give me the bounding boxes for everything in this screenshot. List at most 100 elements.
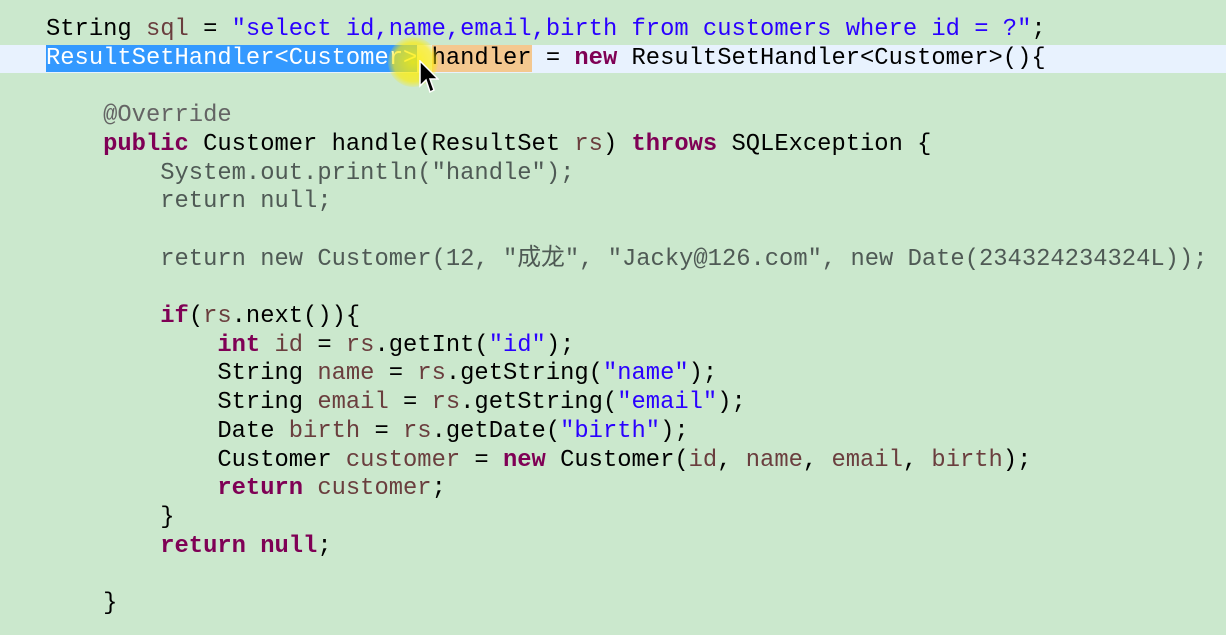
code-line[interactable]: int id = rs.getInt("id"); [0,332,1226,360]
code-token: id [688,446,718,474]
code-token: String [46,16,146,43]
code-line[interactable]: Customer customer = new Customer(id, nam… [0,447,1226,475]
code-token: "name" [602,360,689,388]
code-token: .getInt( [374,331,489,359]
code-token: new [502,446,546,474]
code-token: ) [602,130,632,158]
code-token: String [46,360,318,388]
code-token: = [388,389,432,417]
code-token: ); [717,389,746,417]
code-token: "id" [488,331,546,359]
code-line[interactable]: if(rs.next()){ [0,303,1226,331]
code-line[interactable] [0,561,1226,589]
code-token: customer [345,446,461,474]
code-token: int [217,331,261,359]
code-line[interactable]: String sql = "select id,name,email,birth… [0,16,1226,44]
code-token: Customer handle(ResultSet [188,130,575,158]
code-token: Date [46,417,289,445]
code-line[interactable] [0,73,1226,101]
code-token: , [902,446,932,474]
code-token: rs [203,303,232,330]
code-line[interactable]: public Customer handle(ResultSet rs) thr… [0,131,1226,159]
code-token: "birth" [560,417,661,445]
code-token: = [360,417,404,445]
code-token: .getString( [445,360,603,388]
code-token: ); [1002,446,1032,474]
code-token: ; [1031,16,1046,43]
code-token: ( [188,303,204,330]
code-line[interactable]: String email = rs.getString("email"); [0,389,1226,417]
code-line[interactable] [0,274,1226,302]
code-token: Customer( [545,446,689,474]
code-token: Customer [46,446,346,474]
code-line[interactable]: String name = rs.getString("name"); [0,360,1226,388]
code-token: new [574,44,618,72]
code-token: SQLException { [717,130,932,158]
code-token: , [802,446,832,474]
code-line[interactable] [0,217,1226,245]
code-line[interactable]: return customer; [0,475,1226,503]
code-token: } [46,590,118,617]
code-token: } [46,503,175,531]
code-line[interactable]: } [0,504,1226,532]
code-token: rs [417,360,446,388]
code-token: rs [431,389,461,417]
code-token: customer [317,475,432,503]
code-token: .getString( [460,389,618,417]
code-line[interactable]: } [0,590,1226,618]
code-token: rs [403,417,432,445]
code-token: birth [288,417,361,445]
code-token: throws [631,130,718,158]
code-token: .next()){ [231,303,361,330]
code-token: "select id,name,email,birth from custome… [231,16,1032,43]
occurrence-highlight: handler [431,44,532,72]
code-token: ; [317,532,332,560]
code-token: email [317,389,389,417]
code-line[interactable]: return null; [0,188,1226,216]
code-token: String [46,389,318,417]
code-token: public [103,130,189,158]
code-token: name [745,446,803,474]
code-token: id [274,331,304,359]
code-editor[interactable]: String sql = "select id,name,email,birth… [0,0,1226,635]
code-token: = [374,360,418,388]
code-line[interactable]: @Override [0,102,1226,130]
code-token: rs [345,331,375,359]
code-line[interactable]: return null; [0,533,1226,561]
code-token: , [717,446,746,474]
code-token: email [831,446,903,474]
code-token: = [531,44,575,72]
code-token: sql [145,16,189,43]
code-line[interactable]: return new Customer(12, "成龙", "Jacky@126… [0,246,1226,274]
code-token: return null; [160,188,332,216]
code-token: ); [545,331,575,359]
code-token: ); [688,360,718,388]
code-token: ); [660,417,689,445]
code-token: = [303,331,346,359]
selected-text: ResultSetHandler<Customer> [46,44,418,72]
code-token: rs [574,130,603,158]
code-token: = [460,446,503,474]
code-token: ResultSetHandler<Customer>(){ [617,44,1046,72]
code-line-current[interactable]: ResultSetHandler<Customer> handler = new… [0,44,1226,73]
code-line[interactable]: Date birth = rs.getDate("birth"); [0,418,1226,446]
code-token: "email" [617,389,718,417]
code-line[interactable]: System.out.println("handle"); [0,160,1226,188]
code-token: name [317,360,375,388]
code-token: = [188,16,232,43]
code-token: null [260,532,318,560]
code-token: return [217,475,304,503]
code-token: .getDate( [431,417,561,445]
